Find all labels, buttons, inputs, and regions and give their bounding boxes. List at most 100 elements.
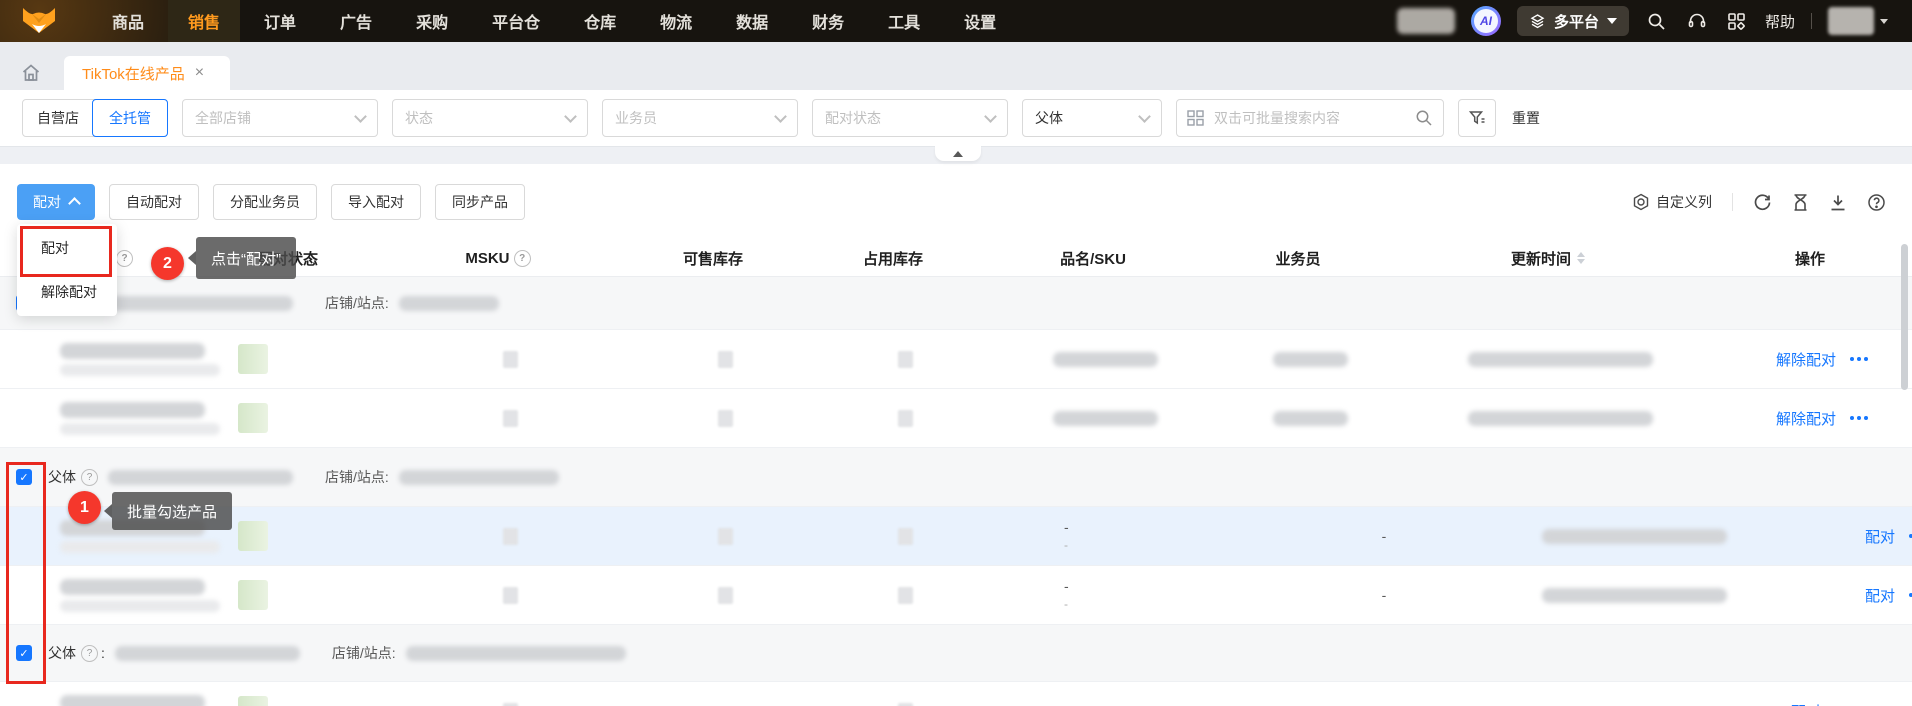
- help-icon[interactable]: [81, 469, 98, 486]
- unpair-link[interactable]: 解除配对: [1776, 349, 1836, 370]
- menu-item-purchase[interactable]: 采购: [396, 0, 468, 42]
- group-header-row: 父体 : 店铺/站点:: [0, 625, 1912, 682]
- menu-item-orders[interactable]: 订单: [244, 0, 316, 42]
- home-button[interactable]: [16, 56, 46, 90]
- status-select[interactable]: 状态: [392, 99, 588, 137]
- header-sellable-stock: 可售库存: [618, 240, 808, 276]
- sort-icon[interactable]: [1577, 252, 1585, 264]
- menu-item-pair[interactable]: 配对: [17, 226, 117, 270]
- user-avatar[interactable]: [1828, 7, 1888, 35]
- shop-type-segmented-control: 自营店 全托管: [22, 99, 168, 137]
- table-row-partial: 配对: [0, 682, 1912, 706]
- redacted-stock: [718, 410, 733, 427]
- help-icon[interactable]: [514, 250, 531, 267]
- header-agent: 业务员: [1208, 240, 1388, 276]
- more-actions-icon[interactable]: [1850, 357, 1868, 361]
- ai-assistant-icon[interactable]: AI: [1471, 6, 1501, 36]
- redacted-parent-value: [115, 646, 300, 661]
- reset-button[interactable]: 重置: [1512, 108, 1540, 128]
- chevron-up-icon: [68, 197, 81, 210]
- empty-name-value: -: [1064, 520, 1069, 534]
- menu-item-products[interactable]: 商品: [92, 0, 164, 42]
- unpair-link[interactable]: 解除配对: [1776, 408, 1836, 429]
- auto-pair-button[interactable]: 自动配对: [109, 184, 199, 220]
- pair-link[interactable]: 配对: [1791, 701, 1821, 706]
- brand-fox-logo-icon[interactable]: [20, 6, 58, 36]
- menu-item-platform-warehouse[interactable]: 平台仓: [472, 0, 560, 42]
- help-circle-icon[interactable]: [1867, 193, 1886, 212]
- agent-select[interactable]: 业务员: [602, 99, 798, 137]
- colon: :: [101, 645, 105, 661]
- row-checkbox[interactable]: [16, 645, 32, 661]
- tab-close-icon[interactable]: ×: [195, 65, 204, 81]
- row-checkbox[interactable]: [16, 469, 32, 485]
- redacted-stock: [718, 528, 733, 545]
- help-icon[interactable]: [116, 250, 133, 267]
- tooltip-arrow: [104, 504, 112, 518]
- redacted-msku: [503, 410, 518, 427]
- pair-status-select[interactable]: 配对状态: [812, 99, 1008, 137]
- chevron-down-icon: [354, 110, 367, 123]
- filter-funnel-button[interactable]: [1458, 99, 1496, 137]
- vertical-scrollbar-thumb[interactable]: [1901, 244, 1908, 390]
- pair-link[interactable]: 配对: [1865, 526, 1895, 547]
- menu-item-ads[interactable]: 广告: [320, 0, 392, 42]
- layers-icon: [1529, 13, 1546, 30]
- redacted-product-text: [60, 402, 220, 435]
- customize-columns-icon: [1632, 193, 1650, 211]
- pair-link[interactable]: 配对: [1865, 585, 1895, 606]
- menu-item-logistics[interactable]: 物流: [640, 0, 712, 42]
- pair-dropdown-button[interactable]: 配对: [17, 184, 95, 220]
- redacted-stock: [898, 351, 913, 368]
- collapse-filters-button[interactable]: [935, 146, 981, 161]
- table-row: - - - 配对: [0, 566, 1912, 625]
- redacted-time: [1468, 411, 1653, 426]
- divider: [1732, 193, 1733, 211]
- parent-label: 父体: [48, 643, 76, 663]
- apps-grid-icon[interactable]: [1725, 9, 1749, 33]
- customize-columns-button[interactable]: 自定义列: [1632, 192, 1712, 212]
- store-select[interactable]: 全部店铺: [182, 99, 378, 137]
- assign-agent-button[interactable]: 分配业务员: [213, 184, 317, 220]
- search-input[interactable]: [1212, 109, 1407, 127]
- search-submit-icon[interactable]: [1415, 109, 1433, 127]
- menu-item-data[interactable]: 数据: [716, 0, 788, 42]
- help-icon[interactable]: [81, 645, 98, 662]
- export-download-icon[interactable]: [1829, 193, 1847, 212]
- menu-item-warehouse[interactable]: 仓库: [564, 0, 636, 42]
- redacted-shop-value: [406, 646, 626, 661]
- product-thumbnail: [238, 403, 268, 433]
- parent-label: 父体: [48, 467, 76, 487]
- shop-site-label: 店铺/站点:: [325, 467, 389, 487]
- search-icon[interactable]: [1645, 9, 1669, 33]
- support-headset-icon[interactable]: [1685, 9, 1709, 33]
- menu-item-unpair[interactable]: 解除配对: [17, 270, 117, 314]
- pair-dropdown-menu: 配对 解除配对: [17, 224, 117, 316]
- menu-item-settings[interactable]: 设置: [944, 0, 1016, 42]
- platform-switcher[interactable]: 多平台: [1517, 6, 1629, 36]
- redacted-stock: [898, 410, 913, 427]
- parent-select[interactable]: 父体: [1022, 99, 1162, 137]
- sync-product-button[interactable]: 同步产品: [435, 184, 525, 220]
- redacted-agent: [1273, 352, 1348, 367]
- shop-type-managed-tab[interactable]: 全托管: [92, 99, 168, 137]
- batch-grid-icon[interactable]: [1187, 110, 1204, 126]
- help-link[interactable]: 帮助: [1765, 11, 1795, 32]
- divider: [1811, 13, 1812, 29]
- product-thumbnail: [238, 344, 268, 374]
- import-pair-button[interactable]: 导入配对: [331, 184, 421, 220]
- menu-item-sales[interactable]: 销售: [168, 0, 240, 42]
- redacted-msku: [503, 528, 518, 545]
- shop-site-label: 店铺/站点:: [332, 643, 396, 663]
- chevron-down-icon: [1607, 18, 1617, 24]
- menu-item-finance[interactable]: 财务: [792, 0, 864, 42]
- tab-tiktok-online-products[interactable]: TikTok在线产品 ×: [64, 56, 230, 90]
- parent-select-value: 父体: [1035, 108, 1063, 128]
- task-history-hourglass-icon[interactable]: [1792, 193, 1809, 212]
- menu-item-tools[interactable]: 工具: [868, 0, 940, 42]
- shop-type-self-tab[interactable]: 自营店: [23, 100, 93, 136]
- more-actions-icon[interactable]: [1850, 416, 1868, 420]
- redacted-stock: [898, 703, 913, 706]
- tab-title: TikTok在线产品: [82, 63, 185, 84]
- refresh-icon[interactable]: [1753, 193, 1772, 212]
